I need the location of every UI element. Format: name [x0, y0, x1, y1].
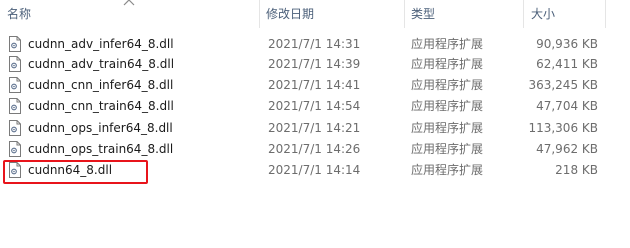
column-header-size[interactable]: 大小	[531, 0, 555, 28]
file-size: 363,245 KB	[528, 78, 598, 92]
file-row[interactable]: cudnn_adv_train64_8.dll 2021/7/1 14:39 应…	[0, 54, 630, 74]
file-date: 2021/7/1 14:41	[268, 78, 361, 92]
dll-file-icon	[9, 141, 21, 157]
file-row[interactable]: cudnn_cnn_infer64_8.dll 2021/7/1 14:41 应…	[0, 75, 630, 95]
dll-file-icon	[9, 36, 21, 52]
file-date: 2021/7/1 14:31	[268, 37, 361, 51]
sort-ascending-icon	[123, 0, 135, 6]
dll-file-icon	[9, 98, 21, 114]
column-divider[interactable]	[259, 0, 260, 28]
file-size: 62,411 KB	[536, 57, 598, 71]
file-name: cudnn_ops_infer64_8.dll	[28, 121, 173, 135]
file-date: 2021/7/1 14:14	[268, 163, 361, 177]
file-row[interactable]: cudnn_cnn_train64_8.dll 2021/7/1 14:54 应…	[0, 96, 630, 116]
file-size: 47,704 KB	[536, 99, 598, 113]
file-name: cudnn_cnn_train64_8.dll	[28, 99, 174, 113]
file-type: 应用程序扩展	[411, 99, 484, 113]
column-divider[interactable]	[605, 0, 606, 28]
column-divider[interactable]	[523, 0, 524, 28]
dll-file-icon	[9, 120, 21, 136]
file-explorer-list: 名称 修改日期 类型 大小 cudnn_adv_infer64_8.dll 20…	[0, 0, 630, 248]
file-date: 2021/7/1 14:54	[268, 99, 361, 113]
file-type: 应用程序扩展	[411, 163, 484, 177]
file-row[interactable]: cudnn_ops_train64_8.dll 2021/7/1 14:26 应…	[0, 139, 630, 159]
file-name: cudnn_ops_train64_8.dll	[28, 142, 174, 156]
file-date: 2021/7/1 14:26	[268, 142, 361, 156]
dll-file-icon	[9, 77, 21, 93]
file-size: 90,936 KB	[536, 37, 598, 51]
file-type: 应用程序扩展	[411, 78, 484, 92]
file-type: 应用程序扩展	[411, 121, 484, 135]
file-size: 218 KB	[555, 163, 598, 177]
file-type: 应用程序扩展	[411, 142, 484, 156]
column-divider[interactable]	[404, 0, 405, 28]
file-name: cudnn_adv_infer64_8.dll	[28, 37, 174, 51]
file-type: 应用程序扩展	[411, 37, 484, 51]
file-name: cudnn_adv_train64_8.dll	[28, 57, 175, 71]
file-size: 113,306 KB	[528, 121, 598, 135]
column-header-name[interactable]: 名称	[7, 0, 31, 28]
file-row[interactable]: cudnn_ops_infer64_8.dll 2021/7/1 14:21 应…	[0, 118, 630, 138]
file-date: 2021/7/1 14:21	[268, 121, 361, 135]
column-header-date[interactable]: 修改日期	[266, 0, 314, 28]
highlight-annotation-box	[3, 160, 148, 184]
file-date: 2021/7/1 14:39	[268, 57, 361, 71]
dll-file-icon	[9, 56, 21, 72]
column-header-bar: 名称 修改日期 类型 大小	[0, 0, 630, 28]
file-row[interactable]: cudnn_adv_infer64_8.dll 2021/7/1 14:31 应…	[0, 34, 630, 54]
file-type: 应用程序扩展	[411, 57, 484, 71]
file-name: cudnn_cnn_infer64_8.dll	[28, 78, 174, 92]
file-size: 47,962 KB	[536, 142, 598, 156]
column-header-type[interactable]: 类型	[411, 0, 435, 28]
